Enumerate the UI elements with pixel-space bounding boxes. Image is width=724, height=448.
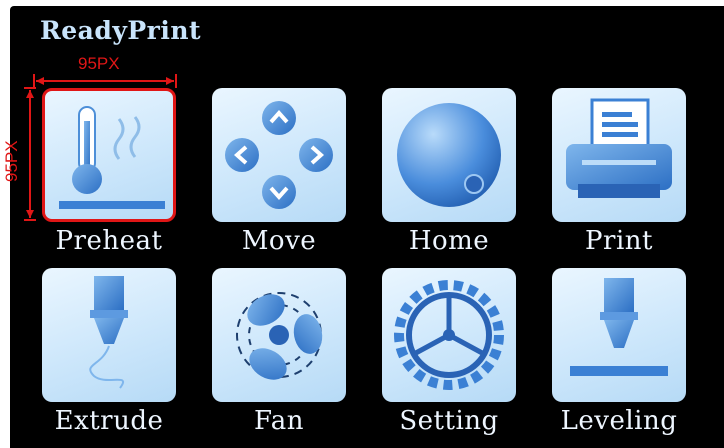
preheat-label: Preheat	[55, 226, 163, 256]
screen-title: ReadyPrint	[40, 16, 202, 45]
printer-icon	[566, 98, 672, 198]
gear-icon	[394, 280, 504, 390]
print-label: Print	[585, 226, 653, 256]
nozzle-extrude-icon	[89, 276, 128, 389]
home-sphere-icon	[397, 103, 501, 207]
fan-label: Fan	[253, 406, 305, 436]
width-dimension-arrow	[33, 74, 177, 88]
preheat-button[interactable]	[42, 88, 176, 222]
move-label: Move	[241, 226, 317, 256]
leveling-label: Leveling	[560, 406, 678, 436]
print-button[interactable]	[552, 88, 686, 222]
extrude-label: Extrude	[54, 406, 164, 436]
setting-label: Setting	[399, 406, 499, 436]
leveling-button[interactable]	[552, 268, 686, 402]
move-button[interactable]	[212, 88, 346, 222]
move-arrows-icon	[225, 101, 333, 209]
home-label: Home	[408, 226, 490, 256]
fan-button[interactable]	[212, 268, 346, 402]
width-dimension-label: 95PX	[78, 54, 120, 73]
extrude-button[interactable]	[42, 268, 176, 402]
setting-button[interactable]	[382, 268, 516, 402]
thermometer-icon	[59, 106, 165, 209]
leveling-nozzle-icon	[570, 278, 668, 376]
fan-icon	[236, 292, 323, 380]
height-dimension-label: 95PX	[2, 140, 21, 182]
home-button[interactable]	[382, 88, 516, 222]
